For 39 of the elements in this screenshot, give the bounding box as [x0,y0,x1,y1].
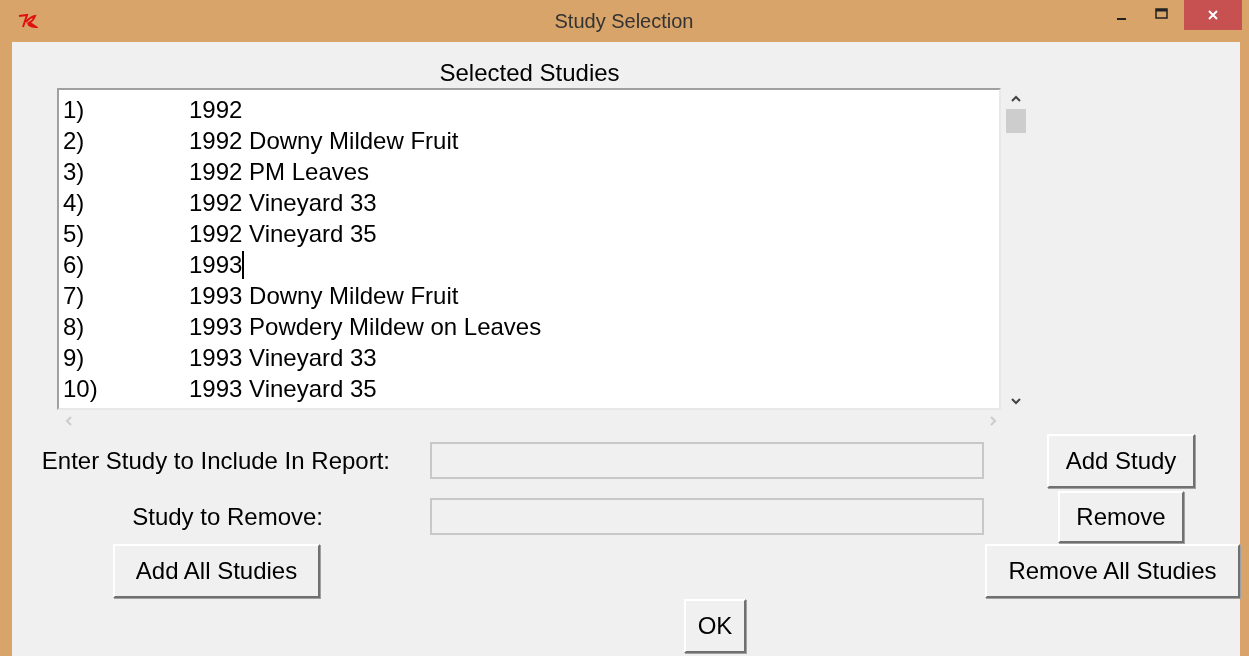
study-name: 1993 Powdery Mildew on Leaves [189,312,542,342]
study-name: 1992 Downy Mildew Fruit [189,126,459,156]
scrollbar-thumb[interactable] [1006,109,1026,133]
study-name: 1993 [189,250,243,280]
remove-button[interactable]: Remove [1058,490,1184,543]
item-number: 1) [62,95,86,125]
add-study-button[interactable]: Add Study [1047,433,1195,488]
remove-all-button[interactable]: Remove All Studies [985,544,1240,598]
remove-input-field[interactable] [430,498,984,535]
item-number: 4) [62,188,86,218]
study-name: 1993 Vineyard 33 [189,343,377,373]
item-number: 3) [62,157,86,187]
study-name: 1992 Vineyard 35 [189,219,377,249]
study-list[interactable] [57,88,1001,410]
item-number: 7) [62,281,86,311]
add-all-button[interactable]: Add All Studies [113,544,320,598]
item-number: 9) [62,343,86,373]
scroll-left-icon[interactable] [64,415,74,427]
scroll-up-icon[interactable] [1010,94,1022,104]
study-name: 1993 Downy Mildew Fruit [189,281,459,311]
study-name: 1992 Vineyard 33 [189,188,377,218]
item-number: 5) [62,219,86,249]
scroll-right-icon[interactable] [988,415,998,427]
item-number: 8) [62,312,86,342]
close-button[interactable] [1184,0,1242,30]
item-number: 6) [62,250,86,280]
study-name: 1993 Vineyard 35 [189,374,377,404]
list-heading: Selected Studies [438,58,621,88]
ok-button[interactable]: OK [684,599,746,653]
window-title: Study Selection [553,10,695,33]
close-icon [1207,9,1219,21]
field-label: Study to Remove: [131,502,324,531]
scroll-down-icon[interactable] [1010,396,1022,406]
study-name: 1992 [189,95,243,125]
field-label: Enter Study to Include In Report: [40,446,391,475]
study-input-field[interactable] [430,442,984,479]
item-number: 10) [62,374,99,404]
study-name: 1992 PM Leaves [189,157,370,187]
item-number: 2) [62,126,86,156]
